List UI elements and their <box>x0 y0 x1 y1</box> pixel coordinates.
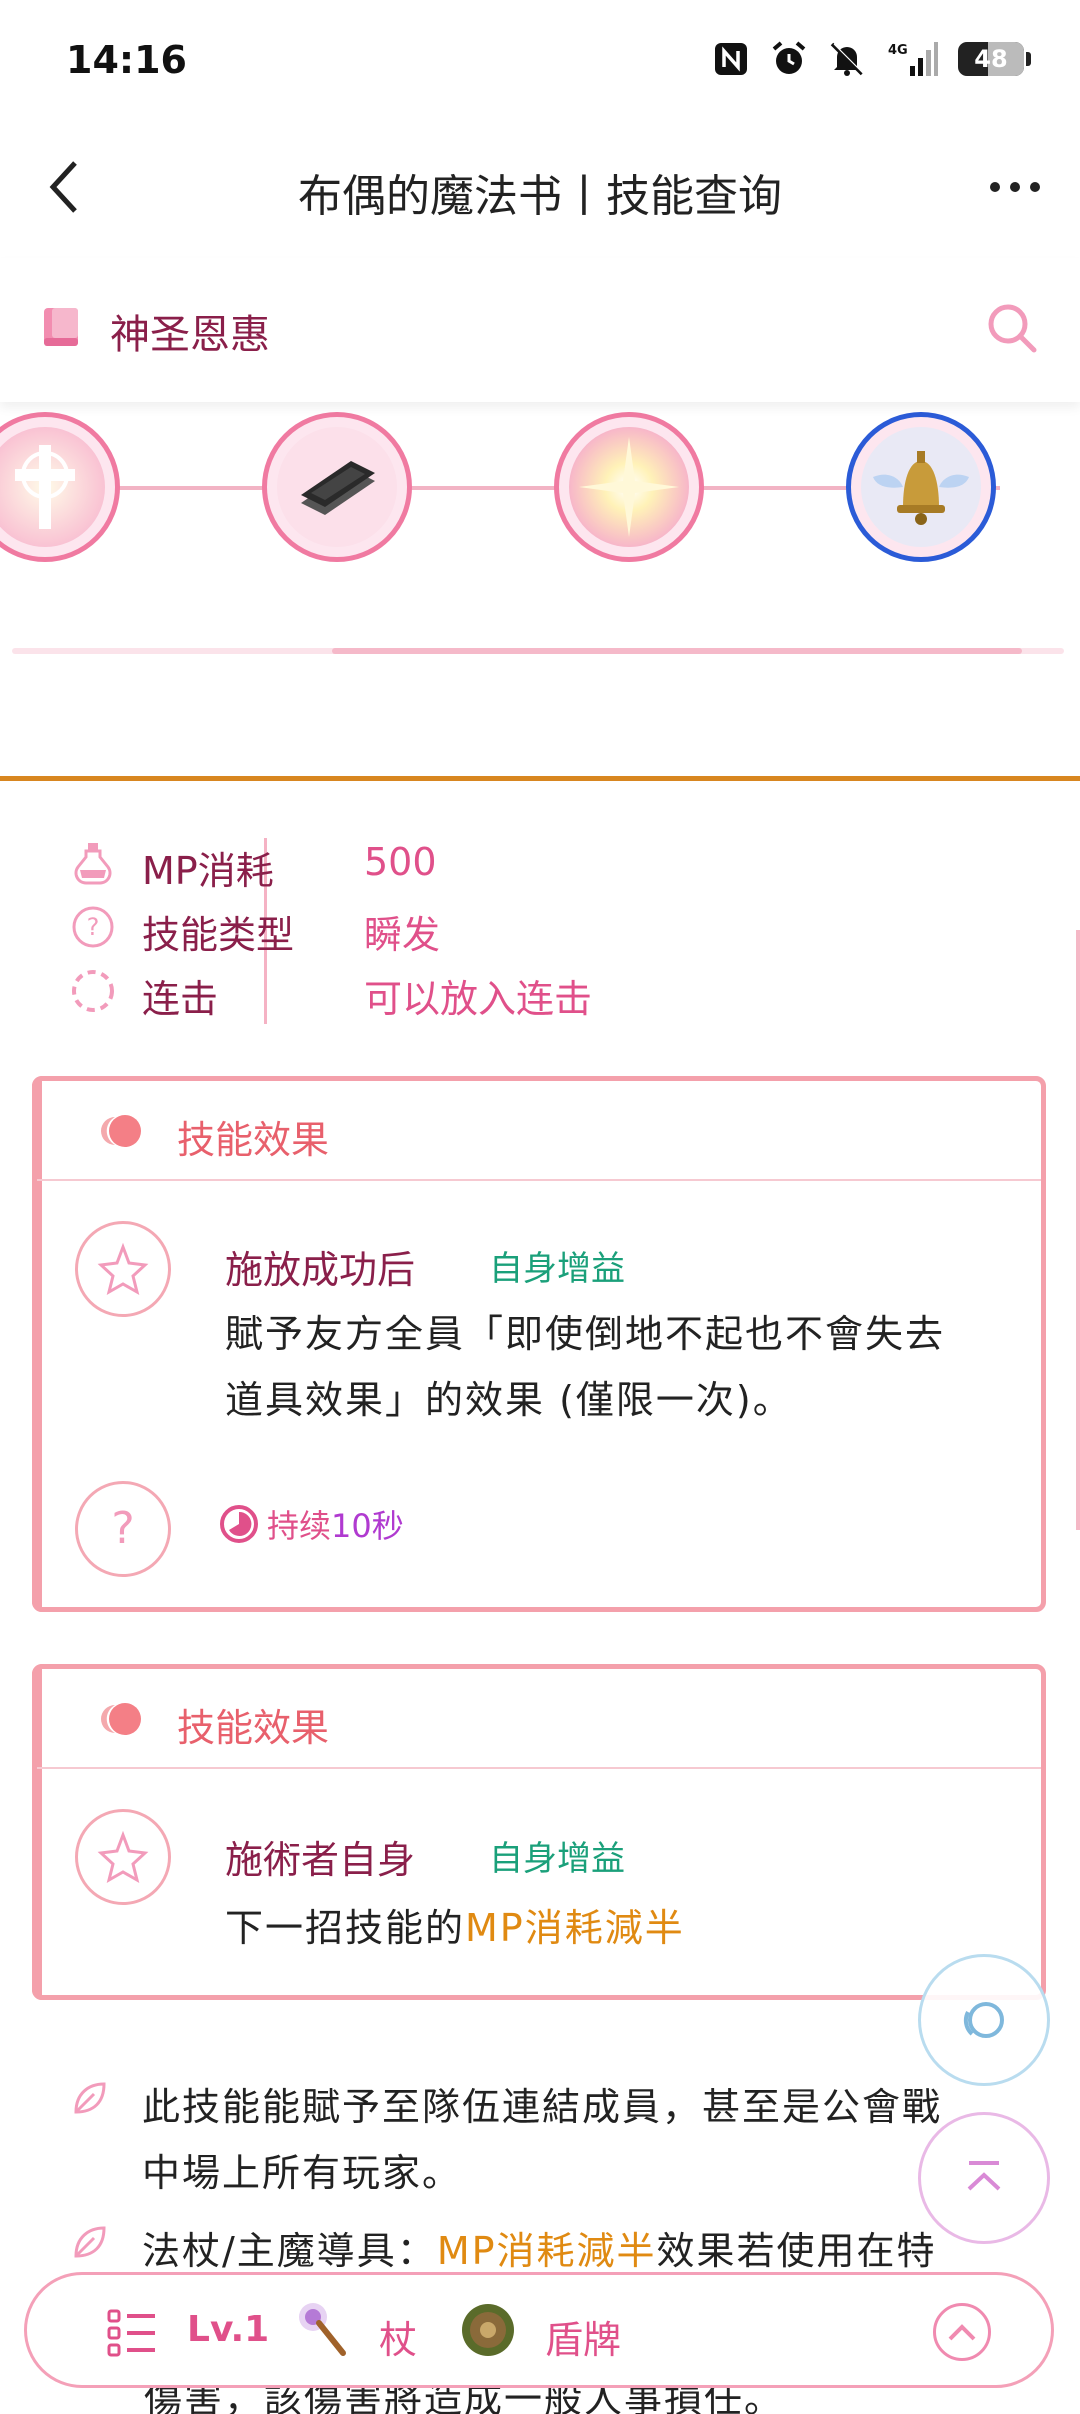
info-row-type: ? 技能类型 瞬发 <box>70 894 1030 958</box>
alarm-icon <box>770 40 808 78</box>
effect-tag: 自身增益 <box>489 1249 625 1289</box>
effect-card-title: 技能效果 <box>177 1118 330 1162</box>
category-bar: 神圣恩惠 <box>0 258 1080 402</box>
shield-icon <box>459 2301 517 2359</box>
clock-icon <box>220 1505 258 1543</box>
weapon-selector[interactable]: 杖 <box>379 2309 417 2364</box>
chevron-up-icon <box>948 2324 976 2341</box>
staff-icon <box>293 2299 351 2359</box>
app-header: 布偶的魔法书丨技能查询 <box>0 128 1080 252</box>
skill-info: MP消耗 500 ? 技能类型 瞬发 连击 可以放入连击 <box>70 830 1030 1022</box>
svg-text:?: ? <box>111 1503 134 1554</box>
status-bar: 14:16 4G 48 <box>0 0 1080 128</box>
effect-card: 技能效果 施術者自身 自身增益 下一招技能的MP消耗減半 <box>32 1664 1046 2000</box>
svg-text:?: ? <box>87 913 100 941</box>
effect-description-line: 道具效果」的效果 (僅限一次)。 <box>225 1378 793 1422</box>
status-time: 14:16 <box>66 38 187 82</box>
crescent-icon <box>95 1109 145 1153</box>
refresh-button[interactable] <box>918 1954 1050 2086</box>
level-selector[interactable]: Lv.1 <box>187 2309 269 2350</box>
effect-trigger: 施術者自身 <box>225 1838 416 1882</box>
book-icon <box>40 304 86 350</box>
duration-value: 10秒 <box>331 1507 404 1545</box>
info-value: 瞬发 <box>364 913 441 957</box>
star-outline-icon <box>75 1221 171 1317</box>
duration-prefix: 持续 <box>267 1507 332 1545</box>
info-row-combo: 连击 可以放入连击 <box>70 958 1030 1022</box>
nfc-icon <box>712 40 750 78</box>
effect-trigger: 施放成功后 <box>225 1248 416 1292</box>
search-icon <box>988 304 1037 353</box>
info-label: MP消耗 <box>142 849 274 893</box>
expand-button[interactable] <box>933 2303 991 2361</box>
effect-card: 技能效果 施放成功后 自身增益 賦予友方全員「即使倒地不起也不會失去 道具效果」… <box>32 1076 1046 1612</box>
refresh-icon <box>963 2002 1004 2038</box>
battery-icon: 48 <box>958 42 1031 76</box>
effect-description-line: 下一招技能的MP消耗減半 <box>225 1906 685 1950</box>
potion-icon <box>70 840 116 886</box>
page-title: 布偶的魔法书丨技能查询 <box>298 171 782 222</box>
signal-4g-icon: 4G <box>886 40 938 78</box>
holy-cross-skill-icon[interactable] <box>0 412 120 562</box>
question-circle-icon: ? <box>70 904 116 950</box>
combo-dashed-circle-icon <box>70 968 116 1014</box>
leaf-icon <box>70 2078 110 2118</box>
list-icon[interactable] <box>107 2309 157 2357</box>
chain-scrollbar[interactable] <box>12 648 1064 654</box>
note-item: 此技能能賦予至隊伍連結成員，甚至是公會戰 中場上所有玩家。 <box>70 2074 1010 2214</box>
effect-duration: 持续 10秒 <box>219 1501 404 1547</box>
crescent-icon <box>95 1697 145 1741</box>
scroll-to-top-button[interactable] <box>918 2112 1050 2244</box>
star-outline-icon <box>75 1809 171 1905</box>
scroll-indicator <box>1076 930 1080 1530</box>
scroll-top-icon <box>967 2161 1001 2191</box>
dark-book-skill-icon[interactable] <box>262 412 412 562</box>
search-button[interactable] <box>982 298 1042 358</box>
winged-bell-skill-icon[interactable] <box>846 412 996 562</box>
effect-card-header: 技能效果 <box>37 1081 1041 1181</box>
effect-tag: 自身增益 <box>489 1839 625 1879</box>
info-label: 技能类型 <box>142 913 295 957</box>
highlight-text: MP消耗減半 <box>436 2229 657 2273</box>
note-text: 此技能能賦予至隊伍連結成員，甚至是公會戰 中場上所有玩家。 <box>142 2085 943 2195</box>
info-row-mp: MP消耗 500 <box>70 830 1030 894</box>
mute-icon <box>828 40 866 78</box>
svg-text:4G: 4G <box>888 43 908 58</box>
radiant-light-skill-icon[interactable] <box>554 412 704 562</box>
info-value: 500 <box>364 840 437 884</box>
category-label: 神圣恩惠 <box>110 312 270 358</box>
status-icons: 4G 48 <box>712 40 1031 78</box>
skill-chain <box>0 402 1080 654</box>
more-horizontal-icon <box>990 182 1040 192</box>
effect-card-header: 技能效果 <box>37 1669 1041 1769</box>
effect-description-line: 賦予友方全員「即使倒地不起也不會失去 <box>225 1312 946 1356</box>
question-icon: ? <box>75 1481 171 1577</box>
info-label: 连击 <box>142 977 219 1021</box>
offhand-selector[interactable]: 盾牌 <box>545 2309 621 2364</box>
highlight-text: MP消耗減半 <box>465 1906 685 1950</box>
info-value: 可以放入连击 <box>364 977 593 1021</box>
more-button[interactable] <box>980 152 1050 222</box>
section-divider <box>0 776 1080 781</box>
bottom-bar: Lv.1 杖 盾牌 <box>24 2272 1054 2388</box>
leaf-icon <box>70 2222 110 2262</box>
effect-card-title: 技能效果 <box>177 1706 330 1750</box>
